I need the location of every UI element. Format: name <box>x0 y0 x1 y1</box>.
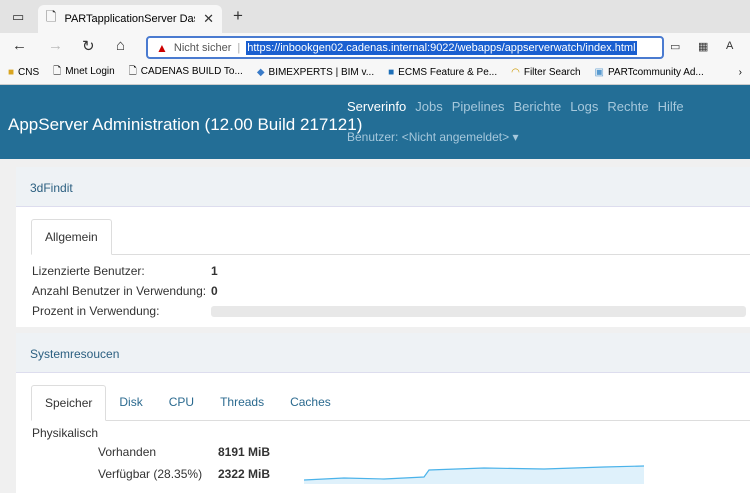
browser-tab-bar: ▭ 🗋 PARTapplicationServer Dashboard ✕ + <box>0 0 750 33</box>
panel-title: 3dFindit <box>16 167 750 207</box>
tab-actions-icon[interactable]: ▭ <box>12 9 24 25</box>
warning-icon: ▲ <box>156 40 168 55</box>
nav-jobs[interactable]: Jobs <box>415 99 442 114</box>
nav-rechte[interactable]: Rechte <box>607 99 648 114</box>
bookmark[interactable]: ◠ Filter Search <box>511 67 580 78</box>
memory-sparkline <box>304 465 644 484</box>
forward-icon[interactable]: → <box>48 37 63 54</box>
info-row: Prozent in Verwendung: <box>16 301 750 321</box>
reload-icon[interactable]: ↻ <box>82 37 95 55</box>
bookmark[interactable]: ■ CNS <box>8 67 39 78</box>
close-icon[interactable]: ✕ <box>203 11 214 27</box>
bookmark[interactable]: ▣ PARTcommunity Ad... <box>595 67 704 78</box>
new-tab-icon[interactable]: + <box>233 6 243 26</box>
nav-hilfe[interactable]: Hilfe <box>658 99 684 114</box>
nav-logs[interactable]: Logs <box>570 99 598 114</box>
qr-icon[interactable]: ▦ <box>698 40 708 53</box>
url-text[interactable]: https://inbookgen02.cadenas.internal:902… <box>246 40 637 55</box>
info-row: Anzahl Benutzer in Verwendung: 0 <box>32 284 218 298</box>
bookmark[interactable]: 🗋 Mnet Login <box>53 64 115 81</box>
bookmarks-bar: ■ CNS 🗋 Mnet Login 🗋 CADENAS BUILD To... ◆ B… <box>0 61 750 85</box>
app-icon[interactable]: ▭ <box>670 40 680 53</box>
page-icon: 🗋 <box>46 9 57 24</box>
address-bar[interactable]: ▲ Nicht sicher | https://inbookgen02.cad… <box>146 36 664 59</box>
back-icon[interactable]: ← <box>12 37 27 54</box>
tab-caches[interactable]: Caches <box>277 385 344 420</box>
user-dropdown[interactable]: Benutzer: <Nicht angemeldet> ▾ <box>347 130 518 144</box>
nav-berichte[interactable]: Berichte <box>513 99 561 114</box>
tab-title: PARTapplicationServer Dashboard <box>64 13 195 25</box>
read-aloud-icon[interactable]: A <box>726 40 733 52</box>
tab-allgemein[interactable]: Allgemein <box>31 219 112 255</box>
panel-systemresourcen: Systemresoucen Speicher Disk CPU Threads… <box>16 333 750 493</box>
bookmark[interactable]: ■ ECMS Feature & Pe... <box>388 67 497 78</box>
bookmark[interactable]: ◆ BIMEXPERTS | BIM v... <box>257 67 374 78</box>
info-row: Lizenzierte Benutzer: 1 <box>32 264 218 278</box>
nav-pipelines[interactable]: Pipelines <box>452 99 505 114</box>
app-header: AppServer Administration (12.00 Build 21… <box>0 85 750 159</box>
security-label[interactable]: Nicht sicher <box>174 42 231 54</box>
tab-threads[interactable]: Threads <box>207 385 277 420</box>
tab-disk[interactable]: Disk <box>106 385 155 420</box>
home-icon[interactable]: ⌂ <box>116 37 125 54</box>
caret-down-icon: ▾ <box>512 130 519 144</box>
app-title[interactable]: AppServer Administration (12.00 Build 21… <box>8 115 362 135</box>
browser-tab[interactable]: 🗋 PARTapplicationServer Dashboard ✕ <box>38 5 222 33</box>
section-label: Physikalisch <box>32 426 99 440</box>
chevron-right-icon[interactable]: › <box>739 67 742 78</box>
panel-3dfindit: 3dFindit Allgemein Lizenzierte Benutzer:… <box>16 167 750 327</box>
usage-progress-bar <box>211 305 746 317</box>
panel-title: Systemresoucen <box>16 333 750 373</box>
bookmark[interactable]: 🗋 CADENAS BUILD To... <box>129 64 243 81</box>
tab-cpu[interactable]: CPU <box>156 385 207 420</box>
nav-serverinfo[interactable]: Serverinfo <box>347 99 406 114</box>
tab-speicher[interactable]: Speicher <box>31 385 107 421</box>
